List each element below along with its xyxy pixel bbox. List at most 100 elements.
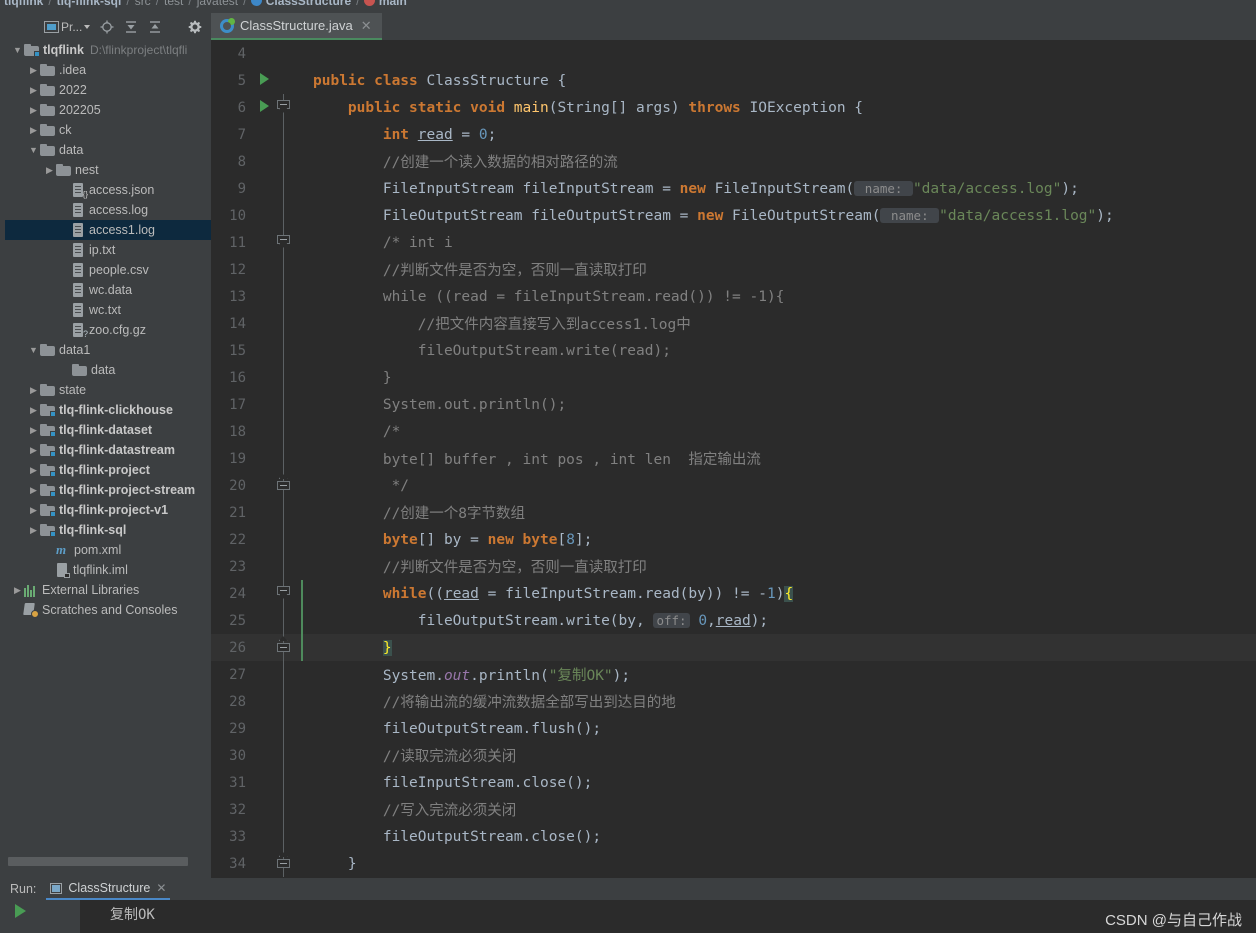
code-line[interactable]: 24 while((read = fileInputStream.read(by… [211,580,1256,607]
code-text[interactable]: //判断文件是否为空，否则一直读取打印 [309,556,1256,577]
tree-node--idea[interactable]: ▶.idea [5,60,211,80]
tree-node-wc-txt[interactable]: wc.txt [5,300,211,320]
code-line[interactable]: 25 fileOutputStream.write(by, off: 0,rea… [211,607,1256,634]
code-line[interactable]: 22 byte[] by = new byte[8]; [211,526,1256,553]
code-text[interactable]: //把文件内容直接写入到access1.log中 [309,313,1256,334]
tree-node-tlq-flink-dataset[interactable]: ▶tlq-flink-dataset [5,420,211,440]
fold-collapse-icon[interactable] [277,640,290,652]
code-text[interactable]: public static void main(String[] args) t… [309,100,1256,116]
code-line[interactable]: 18 /* [211,418,1256,445]
project-tree[interactable]: ▼tlqflinkD:\flinkproject\tlqfli▶.idea▶20… [5,40,211,850]
chevron-right-icon[interactable]: ▶ [11,585,24,596]
code-line[interactable]: 17 System.out.println(); [211,391,1256,418]
chevron-down-icon[interactable]: ▼ [27,145,40,155]
tree-node-tlq-flink-datastream[interactable]: ▶tlq-flink-datastream [5,440,211,460]
code-text[interactable]: //创建一个读入数据的相对路径的流 [309,151,1256,172]
code-text[interactable]: //判断文件是否为空，否则一直读取打印 [309,259,1256,280]
tree-node-zoo-cfg-gz[interactable]: zoo.cfg.gz [5,320,211,340]
code-text[interactable]: } [309,856,1256,872]
code-line[interactable]: 21 //创建一个8字节数组 [211,499,1256,526]
tree-node-tlq-flink-project-v1[interactable]: ▶tlq-flink-project-v1 [5,500,211,520]
code-text[interactable]: //创建一个8字节数组 [309,502,1256,523]
fold-collapse-icon[interactable] [277,856,290,868]
run-tab-classstructure[interactable]: ClassStructure ✕ [46,878,170,900]
chevron-right-icon[interactable]: ▶ [27,485,40,496]
code-text[interactable]: byte[] by = new byte[8]; [309,532,1256,548]
code-text[interactable]: FileInputStream fileInputStream = new Fi… [309,181,1256,197]
tree-node-people-csv[interactable]: people.csv [5,260,211,280]
code-line[interactable]: 13 while ((read = fileInputStream.read()… [211,283,1256,310]
fold-collapse-icon[interactable] [277,235,290,247]
code-text[interactable]: //将输出流的缓冲流数据全部写出到达目的地 [309,691,1256,712]
chevron-right-icon[interactable]: ▶ [27,525,40,536]
code-line[interactable]: 26 } [211,634,1256,661]
run-icon[interactable] [260,100,269,112]
code-line[interactable]: 19 byte[] buffer , int pos , int len 指定输… [211,445,1256,472]
tree-node-tlqflink-iml[interactable]: tlqflink.iml [5,560,211,580]
chevron-right-icon[interactable]: ▶ [27,405,40,416]
code-text[interactable]: } [309,640,1256,656]
fold-collapse-icon[interactable] [277,478,290,490]
code-text[interactable]: int read = 0; [309,127,1256,143]
tree-node-tlq-flink-clickhouse[interactable]: ▶tlq-flink-clickhouse [5,400,211,420]
collapse-all-icon[interactable] [148,20,162,34]
code-text[interactable]: FileOutputStream fileOutputStream = new … [309,208,1256,224]
code-text[interactable]: System.out.println(); [309,397,1256,413]
code-line[interactable]: 29 fileOutputStream.flush(); [211,715,1256,742]
code-text[interactable]: public class ClassStructure { [309,73,1256,89]
code-line[interactable]: 12 //判断文件是否为空，否则一直读取打印 [211,256,1256,283]
tree-node-2022[interactable]: ▶2022 [5,80,211,100]
tree-node-202205[interactable]: ▶202205 [5,100,211,120]
fold-gutter[interactable] [273,850,295,877]
tree-node-data1[interactable]: ▼data1 [5,340,211,360]
code-text[interactable]: */ [309,478,1256,494]
tree-node-data[interactable]: data [5,360,211,380]
code-text[interactable]: //写入完流必须关闭 [309,799,1256,820]
tree-node-access-json[interactable]: access.json [5,180,211,200]
breadcrumb-item-main[interactable]: main [364,0,406,8]
code-line[interactable]: 16 } [211,364,1256,391]
editor-tab-classstructure[interactable]: ClassStructure.java ✕ [211,13,382,40]
chevron-right-icon[interactable]: ▶ [27,505,40,516]
code-line[interactable]: 5public class ClassStructure { [211,67,1256,94]
code-text[interactable]: /* [309,424,1256,440]
breadcrumb-item-src[interactable]: src [135,0,151,8]
breadcrumb-item-javatest[interactable]: javatest [197,0,238,8]
run-gutter-icon[interactable] [255,73,273,89]
breadcrumb-item-tlqflink[interactable]: tlqflink [4,0,43,8]
gear-icon[interactable] [188,20,202,34]
project-horizontal-scrollbar[interactable] [8,857,188,866]
tree-node-nest[interactable]: ▶nest [5,160,211,180]
run-icon[interactable] [260,73,269,85]
tree-node-tlq-flink-project[interactable]: ▶tlq-flink-project [5,460,211,480]
code-text[interactable]: fileInputStream.close(); [309,775,1256,791]
chevron-down-icon[interactable]: ▼ [11,45,24,55]
run-console[interactable]: 复制OK CSDN @与自己作战 [80,900,1256,933]
code-text[interactable]: } [309,370,1256,386]
run-gutter-icon[interactable] [255,100,273,116]
code-text[interactable]: fileOutputStream.write(read); [309,343,1256,359]
tree-node-pom-xml[interactable]: mpom.xml [5,540,211,560]
expand-all-icon[interactable] [124,20,138,34]
code-line[interactable]: 4 [211,40,1256,67]
code-line[interactable]: 15 fileOutputStream.write(read); [211,337,1256,364]
code-text[interactable]: System.out.println("复制OK"); [309,664,1256,685]
tree-node-scratches-and-consoles[interactable]: Scratches and Consoles [5,600,211,620]
chevron-right-icon[interactable]: ▶ [27,65,40,76]
tree-node-tlq-flink-project-stream[interactable]: ▶tlq-flink-project-stream [5,480,211,500]
code-text[interactable]: fileOutputStream.flush(); [309,721,1256,737]
chevron-right-icon[interactable]: ▶ [27,105,40,116]
chevron-right-icon[interactable]: ▶ [27,465,40,476]
code-line[interactable]: 7 int read = 0; [211,121,1256,148]
tree-node-ip-txt[interactable]: ip.txt [5,240,211,260]
tree-node-data[interactable]: ▼data [5,140,211,160]
chevron-right-icon[interactable]: ▶ [27,85,40,96]
code-line[interactable]: 20 */ [211,472,1256,499]
chevron-down-icon[interactable] [84,25,90,29]
tree-node-external-libraries[interactable]: ▶External Libraries [5,580,211,600]
code-text[interactable]: while ((read = fileInputStream.read()) !… [309,289,1256,305]
locate-target-icon[interactable] [100,20,114,34]
code-text[interactable]: fileOutputStream.close(); [309,829,1256,845]
code-line[interactable]: 34 } [211,850,1256,877]
breadcrumb-item-test[interactable]: test [164,0,183,8]
